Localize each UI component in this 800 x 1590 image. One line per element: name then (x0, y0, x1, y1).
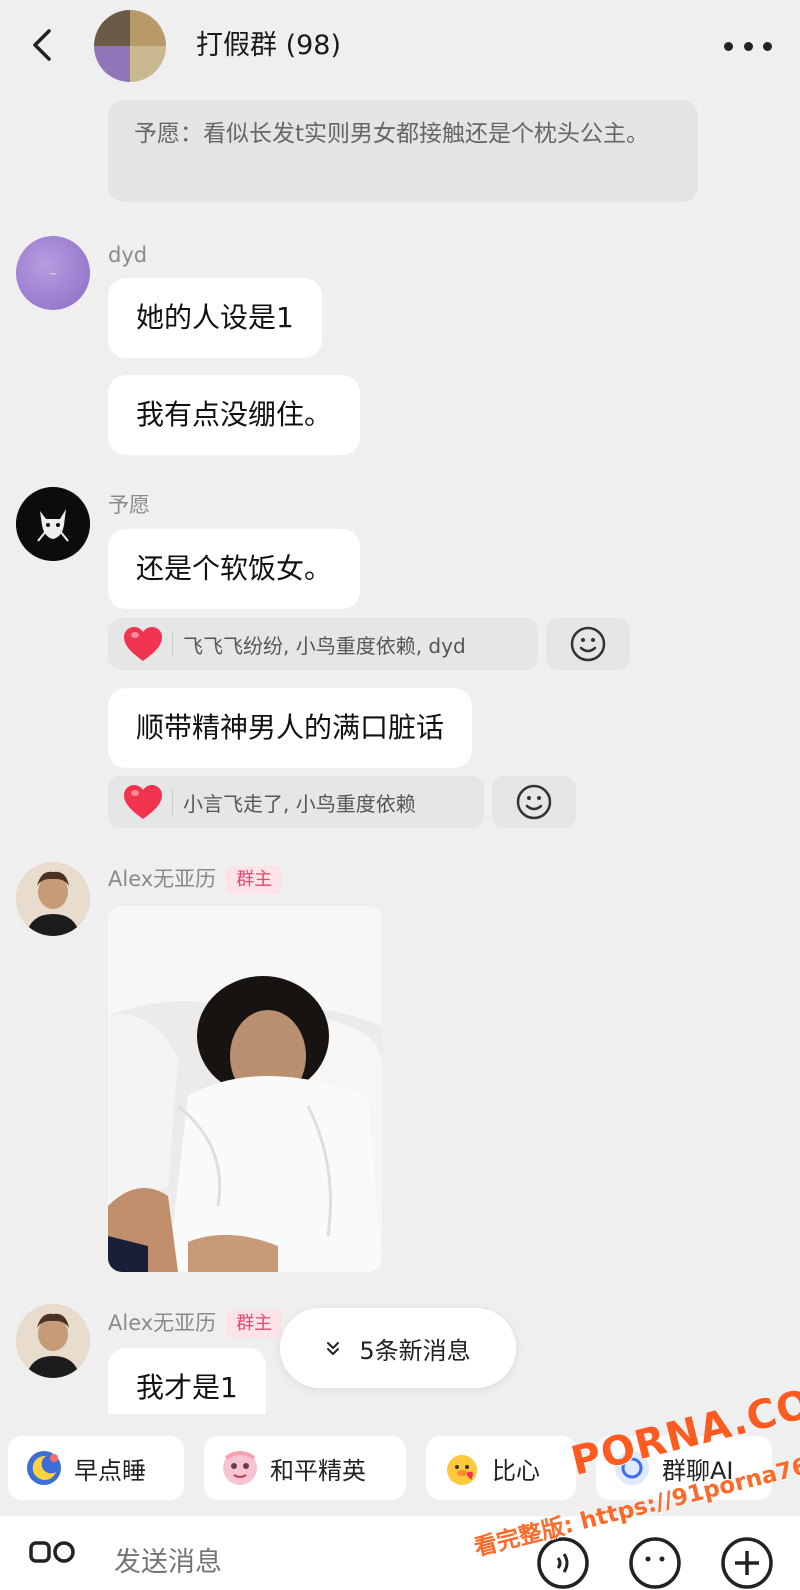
reaction-pill[interactable]: 飞飞飞纷纷, 小鸟重度依赖, dyd (108, 618, 538, 670)
new-messages-button[interactable]: 5条新消息 (280, 1308, 516, 1388)
add-reaction-button[interactable] (546, 618, 630, 670)
quick-reply-chip[interactable]: 早点睡 (8, 1436, 184, 1500)
quick-reply-chip[interactable]: 和平精英 (204, 1436, 406, 1500)
heart-icon (124, 627, 162, 661)
photo-thumbnail (108, 906, 382, 1272)
message-bubble[interactable]: 还是个软饭女。 (108, 529, 361, 609)
group-avatar[interactable] (94, 10, 166, 82)
svg-text:~: ~ (49, 269, 57, 280)
divider (172, 789, 173, 815)
chat-header: 打假群 (98) (0, 0, 800, 92)
owner-badge: 群主 (226, 866, 283, 894)
message-input-bar (0, 1516, 800, 1590)
new-messages-label: 5条新消息 (359, 1336, 471, 1365)
more-options-button[interactable] (724, 34, 772, 58)
emoji-icon[interactable] (628, 1536, 682, 1590)
quick-reply-chip[interactable]: 比心 (426, 1436, 576, 1500)
chip-label: 早点睡 (74, 1456, 146, 1485)
avatar-alex[interactable] (16, 862, 90, 936)
chip-label: 比心 (492, 1456, 540, 1485)
avatar-mark-icon: ~ (49, 269, 57, 280)
plus-icon[interactable] (720, 1536, 774, 1590)
person-avatar-icon (16, 1304, 90, 1378)
reaction-row: 小言飞走了, 小鸟重度依赖 (108, 776, 576, 828)
divider (172, 631, 173, 657)
chip-label: 和平精英 (270, 1456, 366, 1485)
sender-name: 予愿 (108, 493, 150, 517)
avatar-alex[interactable] (16, 1304, 90, 1378)
game-character-icon (223, 1451, 257, 1485)
message-bubble[interactable]: 我才是1 (108, 1348, 266, 1414)
double-chevron-down-icon (327, 1342, 340, 1355)
add-reaction-button[interactable] (492, 776, 576, 828)
message-bubble[interactable]: 顺带精神男人的满口脏话 (108, 688, 473, 768)
apps-icon[interactable] (28, 1540, 76, 1570)
chat-title[interactable]: 打假群 (98) (196, 26, 341, 66)
more-dot-icon (724, 41, 733, 51)
cat-avatar-icon (16, 487, 90, 561)
avatar-yuyuan[interactable] (16, 487, 90, 561)
smiley-icon (570, 626, 606, 662)
back-button[interactable] (22, 22, 62, 68)
moon-sleep-icon (27, 1451, 61, 1485)
sender-name: dyd (108, 243, 148, 267)
person-avatar-icon (16, 862, 90, 936)
more-dot-icon (743, 41, 753, 51)
message-bubble[interactable]: 我有点没绷住。 (108, 375, 361, 455)
reaction-pill[interactable]: 小言飞走了, 小鸟重度依赖 (108, 776, 484, 828)
chat-screen: 打假群 (98) 予愿：看似长发t实则男女都接触还是个枕头公主。 ~ dyd 她… (0, 0, 800, 1590)
owner-badge: 群主 (226, 1310, 283, 1338)
smiley-icon (516, 784, 552, 820)
sender-name: Alex无亚历 (108, 867, 217, 891)
sender-name: Alex无亚历 (108, 1311, 217, 1335)
reaction-users: 飞飞飞纷纷, 小鸟重度依赖, dyd (183, 633, 466, 658)
reaction-users: 小言飞走了, 小鸟重度依赖 (183, 791, 416, 816)
reaction-row: 飞飞飞纷纷, 小鸟重度依赖, dyd (108, 618, 630, 670)
chevron-left-icon (33, 29, 51, 61)
message-input[interactable] (112, 1534, 496, 1590)
heart-icon (124, 785, 162, 819)
quoted-message[interactable]: 予愿：看似长发t实则男女都接触还是个枕头公主。 (108, 100, 698, 202)
sender-name-row: Alex无亚历 群主 (108, 1308, 283, 1338)
more-dot-icon (763, 41, 772, 51)
message-bubble[interactable]: 她的人设是1 (108, 278, 322, 358)
image-message[interactable] (108, 906, 382, 1272)
sender-name-row: Alex无亚历 群主 (108, 864, 283, 894)
duck-heart-icon (447, 1455, 477, 1485)
avatar-dyd[interactable]: ~ (16, 236, 90, 310)
